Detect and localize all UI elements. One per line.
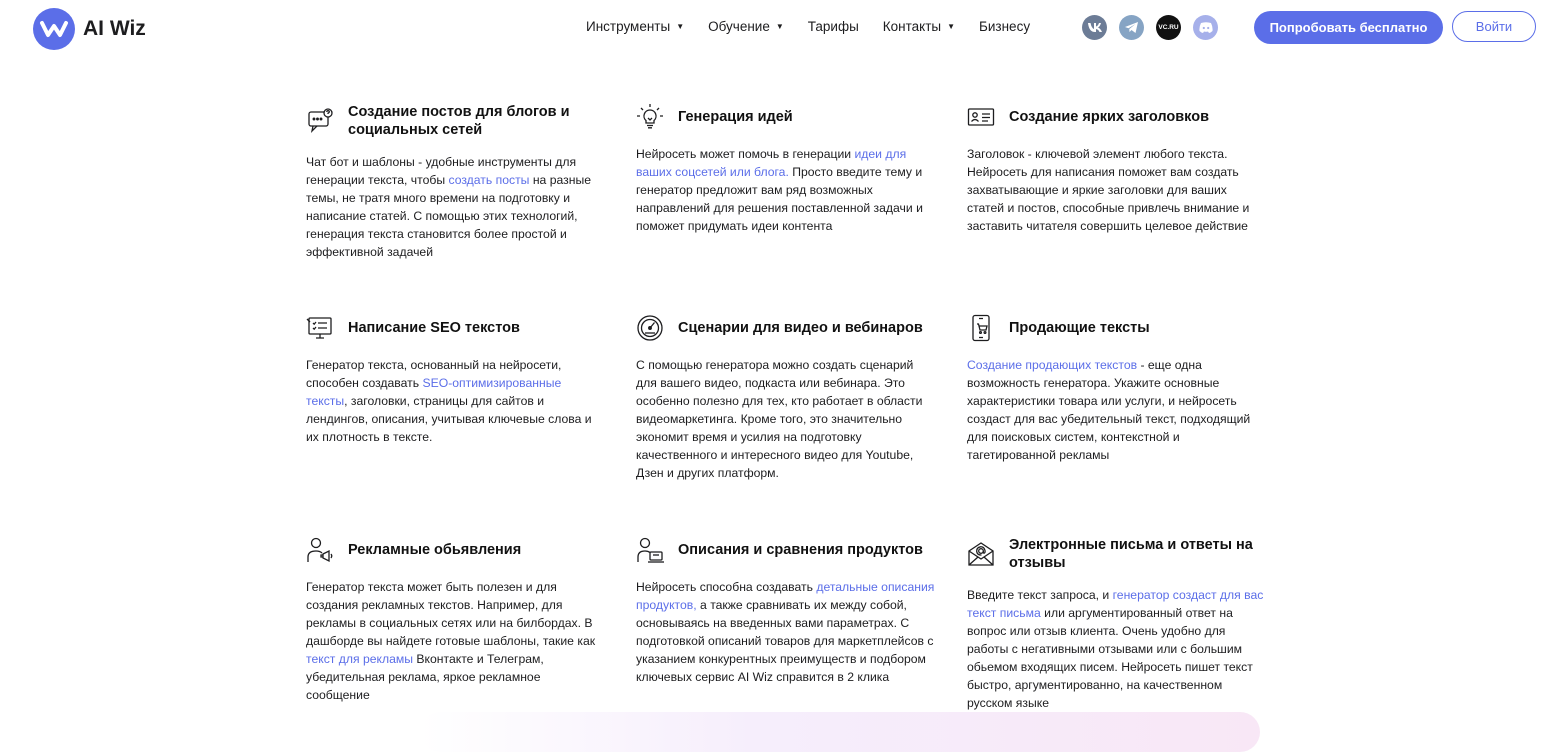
feature-card-product-descriptions: Описания и сравнения продуктов Нейросеть… (636, 536, 936, 686)
vk-icon[interactable] (1082, 15, 1107, 40)
card-title: Описания и сравнения продуктов (678, 542, 923, 558)
try-free-button[interactable]: Попробовать бесплатно (1254, 11, 1443, 44)
logo-icon (33, 8, 75, 50)
card-text: Генератор текста может быть полезен и дл… (306, 578, 606, 704)
card-text-segment: или аргументированный ответ на вопрос ил… (967, 606, 1253, 710)
card-title: Продающие тексты (1009, 320, 1150, 336)
feature-card-ads: Рекламные обьявления Генератор текста мо… (306, 536, 606, 704)
card-text-segment: Нейросеть способна создавать (636, 580, 817, 594)
nav-item-tools[interactable]: Инструменты ▼ (586, 19, 684, 34)
card-text-segment: Введите текст запроса, и (967, 588, 1113, 602)
caret-down-icon: ▼ (676, 22, 685, 31)
lightbulb-icon (636, 103, 664, 131)
feature-card-seo: Написание SEO текстов Генератор текста, … (306, 314, 606, 446)
feature-card-selling-texts: Продающие тексты Создание продающих текс… (967, 314, 1267, 464)
feature-card-ideas: Генерация идей Нейросеть может помочь в … (636, 103, 936, 235)
card-text-segment: С помощью генератора можно создать сцена… (636, 358, 923, 480)
caret-down-icon: ▼ (947, 22, 956, 31)
card-text: Заголовок - ключевой элемент любого текс… (967, 145, 1267, 235)
nav-item-label: Контакты (882, 19, 942, 34)
card-text: Создание продающих текстов - еще одна во… (967, 356, 1267, 464)
card-text-segment: - еще одна возможность генератора. Укажи… (967, 358, 1251, 462)
person-laptop-icon (636, 536, 664, 564)
nav-item-label: Обучение (708, 19, 770, 34)
card-title: Генерация идей (678, 109, 793, 125)
link-ad-text[interactable]: текст для рекламы (306, 652, 413, 666)
card-title: Написание SEO текстов (348, 320, 520, 336)
feature-card-blog-posts: Создание постов для блогов и социальных … (306, 103, 606, 261)
social-links: VC.RU (1082, 15, 1230, 40)
monitor-checklist-icon (306, 314, 334, 342)
nav-item-pricing[interactable]: Тарифы (808, 19, 859, 34)
card-text-segment: Генератор текста может быть полезен и дл… (306, 580, 596, 648)
vc-ru-icon[interactable]: VC.RU (1156, 15, 1181, 40)
gauge-icon (636, 314, 664, 342)
card-text: Генератор текста, основанный на нейросет… (306, 356, 606, 446)
card-title: Рекламные обьявления (348, 542, 522, 558)
nav-item-label: Тарифы (807, 19, 859, 34)
phone-cart-icon (967, 314, 995, 342)
card-text-segment: , заголовки, страницы для сайтов и ленди… (306, 394, 592, 444)
envelope-at-icon (967, 540, 995, 568)
logo-text: AI Wiz (83, 17, 146, 40)
vc-ru-label: VC.RU (1158, 23, 1179, 31)
card-title: Электронные письма и ответы на отзывы (1009, 537, 1253, 571)
caret-down-icon: ▼ (775, 22, 784, 31)
card-title: Создание постов для блогов и социальных … (348, 104, 570, 138)
chat-bubble-icon (306, 107, 334, 135)
bottom-gradient-panel (420, 712, 1260, 752)
card-title: Сценарии для видео и вебинаров (678, 320, 923, 336)
main-nav: Инструменты ▼ Обучение ▼ Тарифы Контакты ▼ … (586, 19, 1030, 34)
feature-card-video-scripts: Сценарии для видео и вебинаров С помощью… (636, 314, 936, 482)
feature-card-emails: Электронные письма и ответы на отзывы Вв… (967, 536, 1267, 712)
id-card-icon (967, 103, 995, 131)
card-text: С помощью генератора можно создать сцена… (636, 356, 936, 482)
site-header: AI Wiz Инструменты ▼ Обучение ▼ Тарифы Кон… (0, 0, 1560, 60)
nav-item-learning[interactable]: Обучение ▼ (708, 19, 784, 34)
login-button[interactable]: Войти (1452, 11, 1536, 42)
link-create-posts[interactable]: создать посты (448, 173, 529, 187)
card-text: Чат бот и шаблоны - удобные инструменты … (306, 153, 606, 261)
card-text: Нейросеть может помочь в генерации идеи … (636, 145, 936, 235)
nav-item-business[interactable]: Бизнесу (979, 19, 1030, 34)
feature-card-headlines: Создание ярких заголовков Заголовок - кл… (967, 103, 1267, 235)
card-text-segment: Нейросеть может помочь в генерации (636, 147, 855, 161)
nav-item-label: Бизнесу (979, 19, 1031, 34)
logo[interactable]: AI Wiz (33, 8, 146, 50)
card-text: Нейросеть способна создавать детальные о… (636, 578, 936, 686)
nav-item-contacts[interactable]: Контакты ▼ (883, 19, 955, 34)
nav-item-label: Инструменты (586, 19, 671, 34)
card-text-segment: Заголовок - ключевой элемент любого текс… (967, 147, 1250, 233)
link-selling-texts[interactable]: Создание продающих текстов (967, 358, 1137, 372)
discord-icon[interactable] (1193, 15, 1218, 40)
telegram-icon[interactable] (1119, 15, 1144, 40)
card-title: Создание ярких заголовков (1009, 109, 1210, 125)
person-megaphone-icon (306, 536, 334, 564)
card-text: Введите текст запроса, и генератор созда… (967, 586, 1267, 712)
